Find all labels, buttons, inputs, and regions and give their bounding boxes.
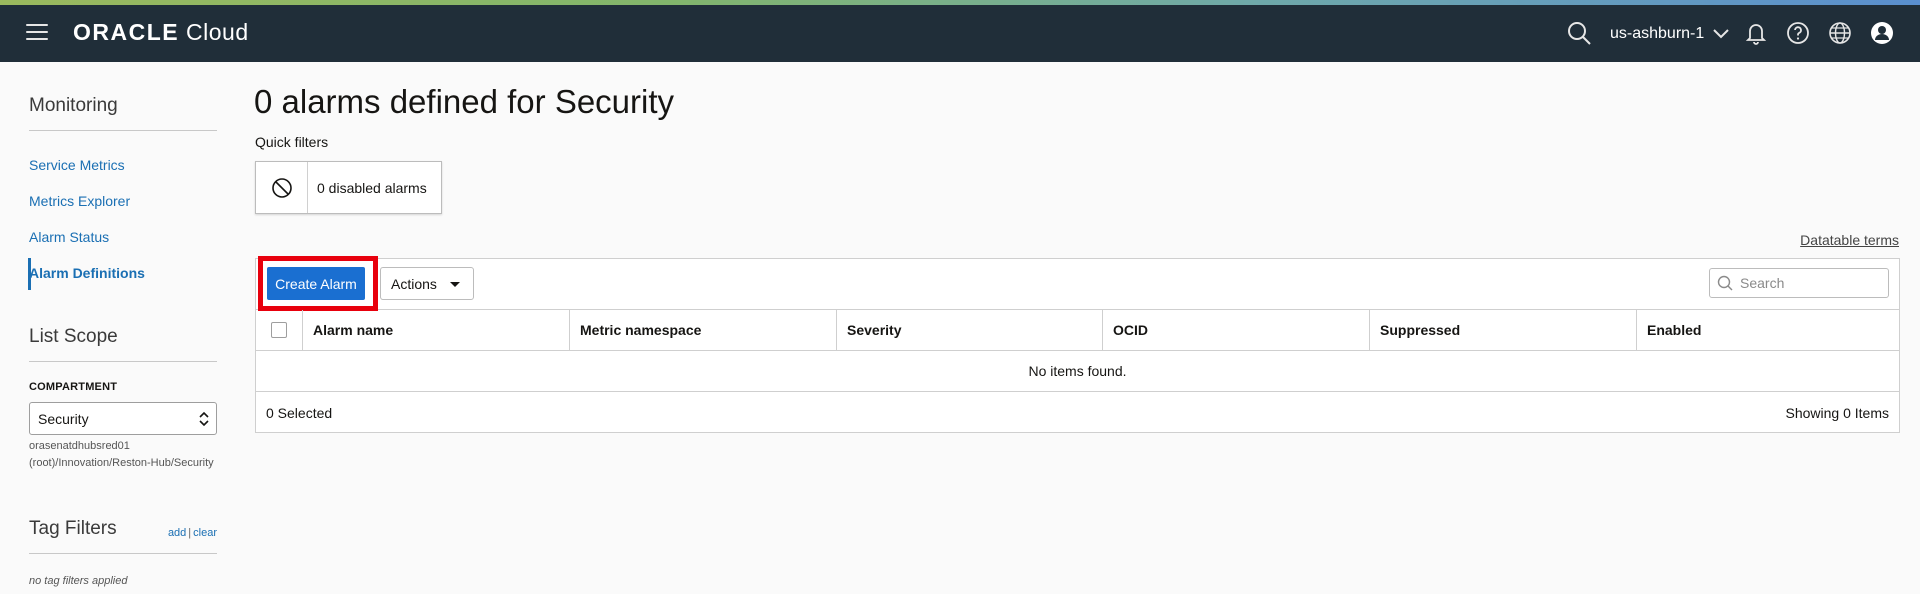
showing-count: Showing 0 Items	[1785, 404, 1890, 421]
disabled-alarms-count: 0 disabled alarms	[317, 179, 427, 196]
table-toolbar: Create Alarm Actions	[256, 256, 1899, 311]
region-label: us-ashburn-1	[1610, 25, 1705, 42]
selected-count: 0 Selected	[266, 404, 333, 421]
prohibited-icon	[271, 177, 292, 198]
column-metric-namespace[interactable]: Metric namespace	[570, 310, 837, 350]
help-icon[interactable]	[1784, 19, 1812, 47]
top-navigation-bar: ORACLE Cloud us-ashburn-1	[0, 5, 1920, 62]
brand-cloud: Cloud	[186, 19, 249, 45]
no-tag-filters-text: no tag filters applied	[29, 575, 128, 587]
bell-icon[interactable]	[1742, 19, 1770, 47]
empty-table-message: No items found.	[256, 351, 1899, 392]
compartment-value: Security	[38, 411, 89, 427]
disabled-alarms-quick-filter[interactable]: 0 disabled alarms	[255, 161, 442, 214]
search-icon	[1717, 275, 1733, 291]
brand-oracle: ORACLE	[73, 19, 180, 45]
tag-clear-link[interactable]: clear	[193, 527, 217, 539]
disabled-icon-cell	[256, 162, 308, 213]
globe-icon[interactable]	[1826, 19, 1854, 47]
caret-down-icon	[450, 282, 460, 287]
sidebar-item-metrics-explorer[interactable]: Metrics Explorer	[29, 193, 130, 209]
divider	[29, 130, 217, 131]
divider	[29, 361, 217, 362]
sidebar-item-alarm-status[interactable]: Alarm Status	[29, 229, 109, 245]
compartment-label: COMPARTMENT	[29, 381, 118, 393]
select-arrows-icon	[199, 411, 209, 427]
column-alarm-name[interactable]: Alarm name	[303, 310, 570, 350]
tag-link-separator: |	[188, 527, 192, 539]
alarms-table: Create Alarm Actions Alarm name Metric n…	[255, 256, 1900, 433]
hamburger-menu-icon[interactable]	[26, 24, 48, 42]
monitoring-heading: Monitoring	[29, 95, 118, 116]
compartment-select[interactable]: Security	[29, 402, 217, 435]
table-header-row: Alarm name Metric namespace Severity OCI…	[256, 310, 1899, 351]
user-profile-icon[interactable]	[1868, 19, 1896, 47]
column-ocid[interactable]: OCID	[1103, 310, 1370, 350]
table-search[interactable]	[1709, 268, 1889, 298]
tag-filter-links: add | clear	[168, 527, 217, 539]
actions-dropdown-button[interactable]: Actions	[380, 267, 474, 300]
page-title: 0 alarms defined for Security	[254, 83, 675, 120]
oracle-cloud-logo[interactable]: ORACLE Cloud	[73, 19, 249, 46]
sidebar-item-service-metrics[interactable]: Service Metrics	[29, 157, 125, 173]
column-suppressed[interactable]: Suppressed	[1370, 310, 1637, 350]
create-alarm-button[interactable]: Create Alarm	[267, 267, 365, 300]
quick-filters-label: Quick filters	[255, 134, 329, 150]
divider	[29, 553, 217, 554]
region-selector[interactable]: us-ashburn-1	[1610, 25, 1729, 43]
search-icon[interactable]	[1565, 19, 1593, 47]
column-severity[interactable]: Severity	[837, 310, 1103, 350]
datatable-terms-link[interactable]: Datatable terms	[1800, 232, 1899, 248]
sidebar-item-alarm-definitions[interactable]: Alarm Definitions	[28, 258, 145, 290]
column-enabled[interactable]: Enabled	[1637, 310, 1899, 350]
chevron-down-icon	[1713, 29, 1729, 39]
select-all-cell	[256, 310, 303, 350]
select-all-checkbox[interactable]	[271, 322, 287, 338]
list-scope-heading: List Scope	[29, 326, 118, 347]
search-input[interactable]	[1740, 275, 1880, 291]
table-footer: 0 Selected Showing 0 Items	[256, 392, 1899, 433]
compartment-path: orasenatdhubsred01 (root)/Innovation/Res…	[29, 440, 214, 469]
tag-add-link[interactable]: add	[168, 527, 186, 539]
actions-label: Actions	[391, 275, 437, 292]
